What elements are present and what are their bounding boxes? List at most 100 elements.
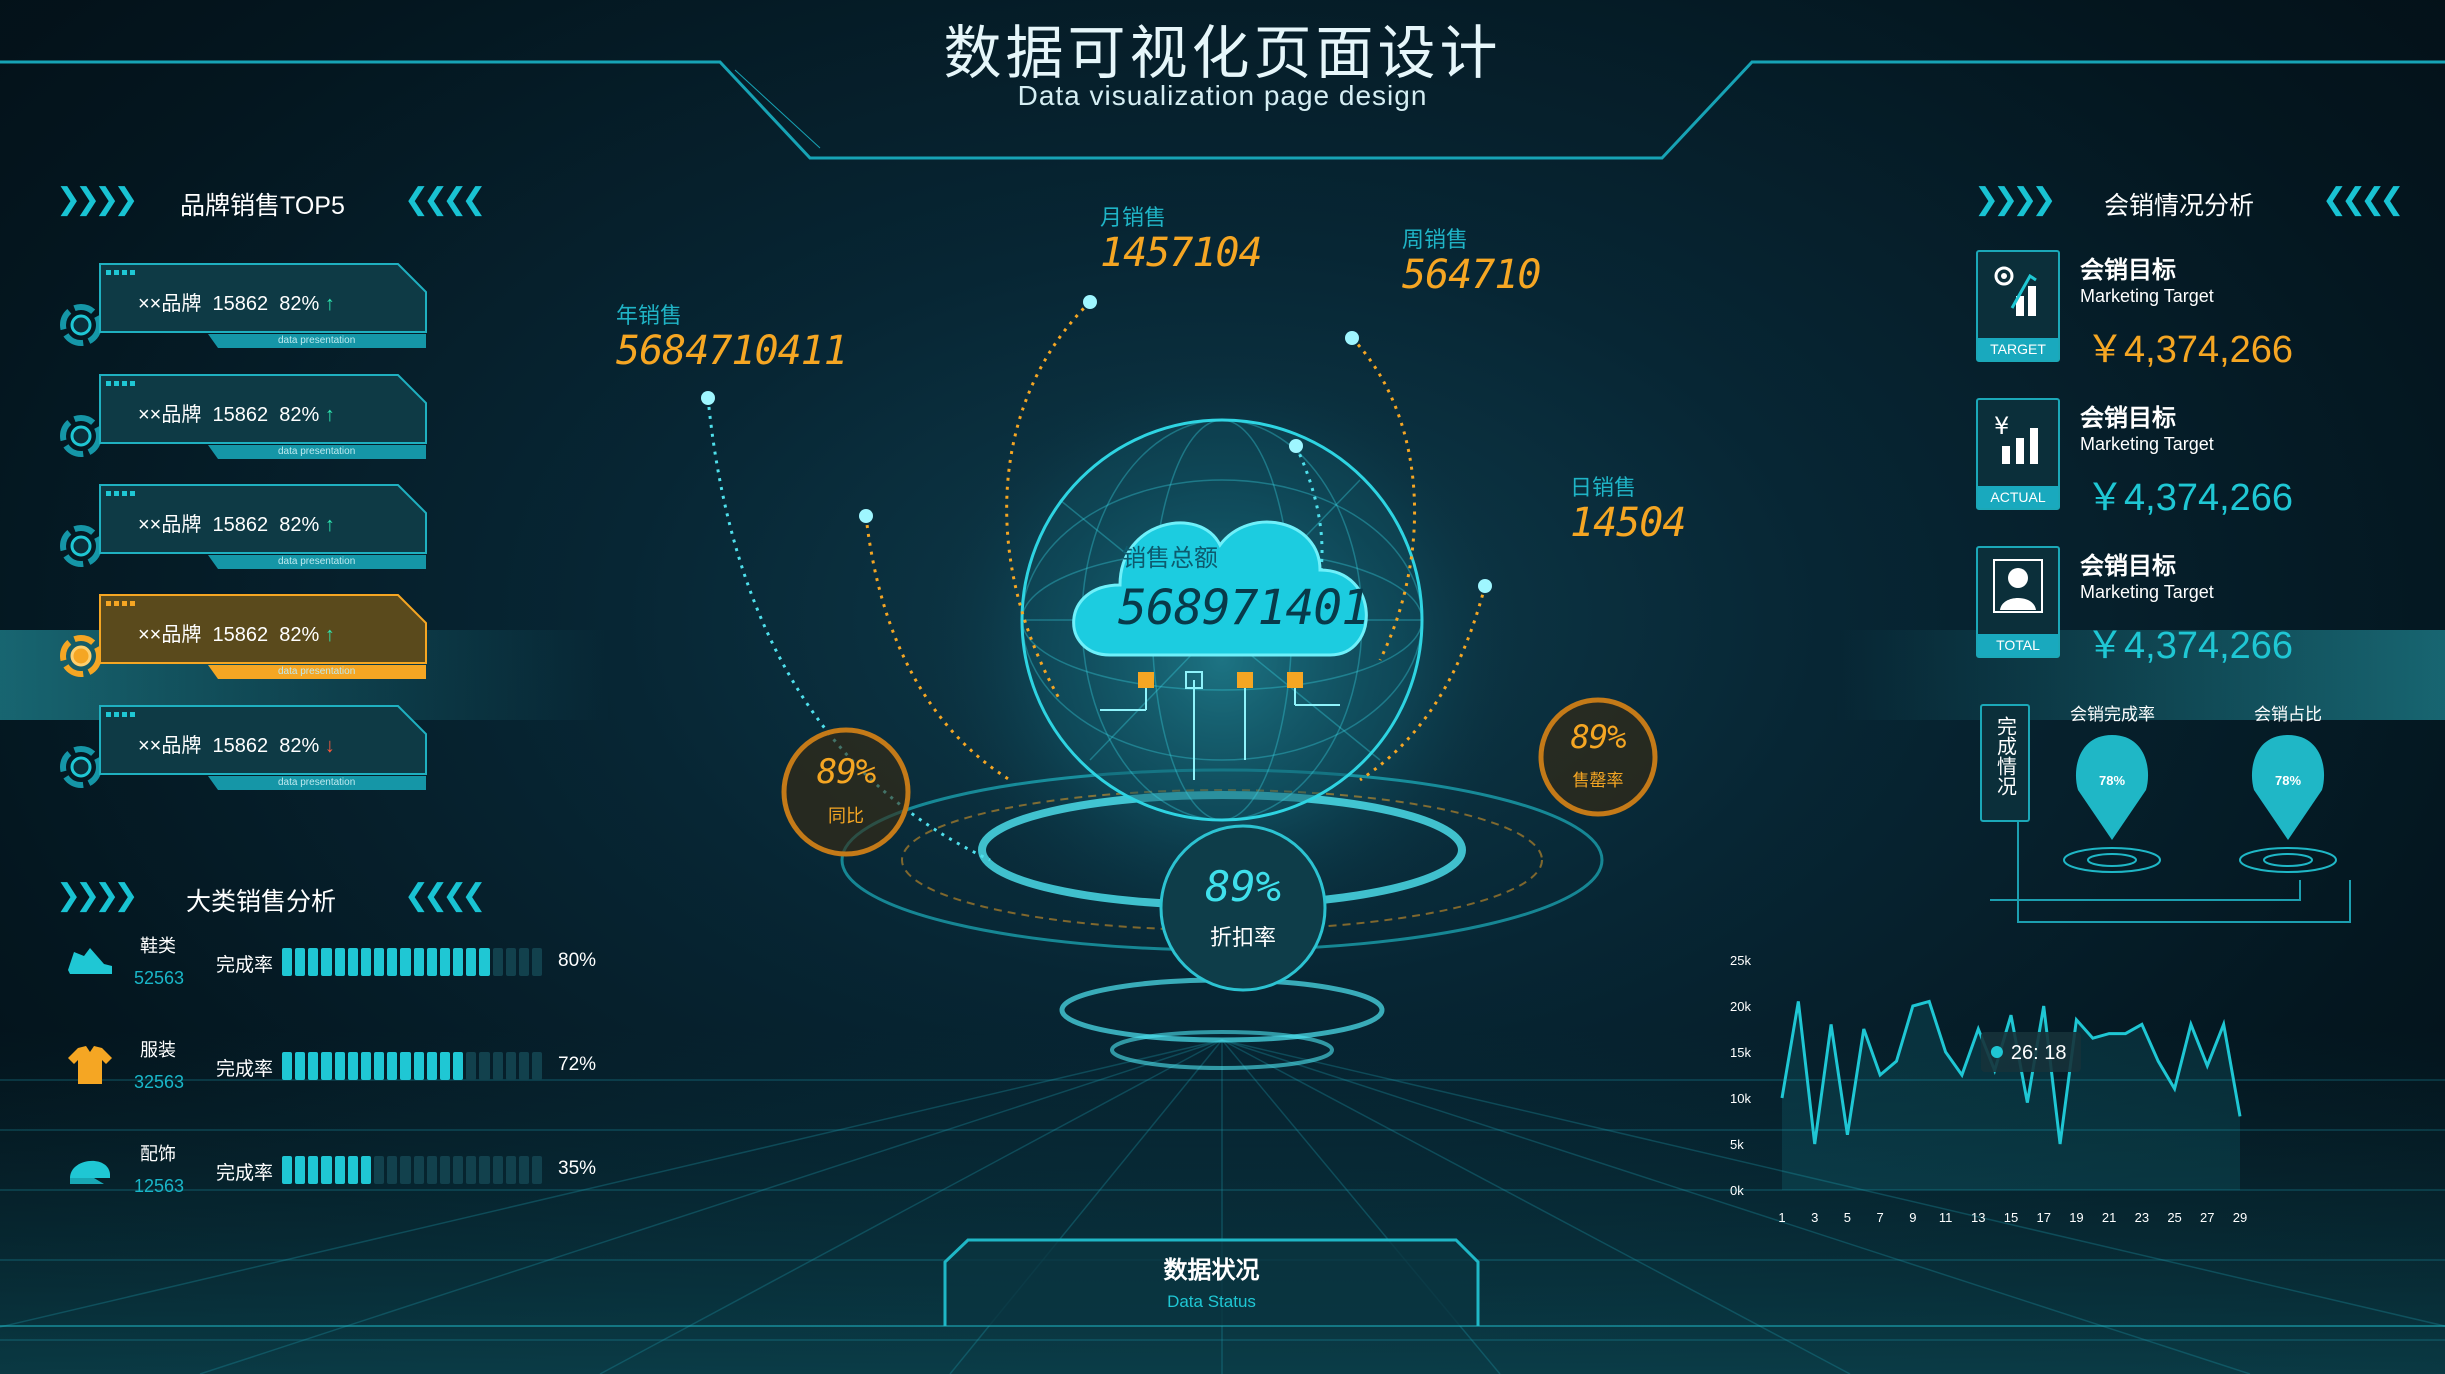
pin-value-share: 78%	[2274, 773, 2302, 788]
completion-progress-bar	[282, 1156, 543, 1184]
target-card: TOTAL 会销目标 Marketing Target ￥4,374,266	[1976, 546, 2416, 676]
arrow-up-icon: ↑	[324, 514, 335, 536]
tooltip-dot	[1990, 1046, 2003, 1058]
x-tick-label: 1	[1778, 1210, 1785, 1225]
progress-segment	[360, 948, 372, 976]
progress-segment	[321, 1156, 332, 1184]
x-tick-label: 3	[1811, 1210, 1818, 1225]
completion-rate-label: 完成率	[216, 1163, 274, 1184]
brand-item[interactable]: ××品牌 15862 82% ↑ data presentation	[58, 262, 428, 354]
completion-rate-label: 完成率	[216, 955, 274, 976]
series-area	[1782, 1001, 2240, 1190]
progress-segment	[374, 1156, 385, 1184]
progress-segment	[518, 1052, 529, 1080]
location-pins	[2063, 735, 2337, 873]
chevron-left-icon: ❮❮❮❮	[2322, 183, 2405, 216]
progress-segment	[439, 948, 451, 976]
target-value: ￥4,374,266	[2086, 625, 2294, 667]
progress-segment	[426, 1156, 437, 1184]
x-tick-label: 17	[2036, 1210, 2050, 1225]
data-status-title: 数据状况	[1163, 1257, 1260, 1284]
progress-segment	[518, 948, 529, 976]
progress-segment	[308, 1052, 319, 1080]
brand-name: ××品牌	[138, 735, 202, 757]
brand-sub: data presentation	[278, 556, 356, 567]
target-badge: ACTUAL	[1978, 486, 2058, 508]
progress-segment	[282, 1052, 293, 1080]
brand-value: 15862	[212, 514, 269, 536]
pin-label-share: 会销占比	[2254, 705, 2322, 724]
brand-item[interactable]: ××品牌 15862 82% ↓ data presentation	[58, 704, 428, 796]
brand-item[interactable]: ××品牌 15862 82% ↑ data presentation	[58, 483, 428, 575]
target-value: ￥4,374,266	[2086, 477, 2294, 519]
progress-segment	[439, 1156, 451, 1184]
sellthrough-value: 89%	[1570, 718, 1627, 756]
progress-segment	[321, 1052, 332, 1080]
chevron-left-icon: ❮❮❮❮	[404, 183, 487, 216]
brand-name: ××品牌	[138, 293, 202, 315]
target-subtitle: Marketing Target	[2080, 434, 2214, 454]
brand-value: 15862	[212, 735, 269, 757]
progress-segment	[347, 1156, 358, 1184]
progress-segment	[374, 948, 385, 976]
total-sales-label: 销售总额	[1122, 545, 1218, 572]
page-subtitle: Data visualization page design	[1017, 80, 1428, 111]
yoy-label: 同比	[828, 806, 864, 826]
progress-segment	[492, 1052, 503, 1080]
brand-text: ××品牌 15862 82% ↑	[138, 398, 335, 427]
progress-segment	[531, 1052, 543, 1080]
day-sales-value: 14504	[1570, 500, 1686, 546]
target-card: TARGET 会销目标 Marketing Target ￥4,374,266	[1976, 250, 2416, 380]
category-row: 鞋类 52563 完成率 80%	[60, 932, 620, 1002]
progress-segment	[308, 948, 319, 976]
target-card: ¥ ACTUAL 会销目标 Marketing Target ￥4,374,266	[1976, 398, 2416, 528]
category-name: 配饰	[140, 1144, 176, 1164]
progress-segment	[282, 948, 293, 976]
target-badge: TARGET	[1978, 338, 2058, 360]
progress-segment	[360, 1156, 372, 1184]
category-name: 服装	[140, 1040, 176, 1060]
progress-segment	[374, 1052, 385, 1080]
progress-segment	[466, 948, 477, 976]
progress-segment	[321, 948, 332, 976]
y-tick-label: 10k	[1730, 1091, 1751, 1106]
month-sales-value: 1457104	[1100, 230, 1263, 276]
progress-segment	[505, 948, 516, 976]
progress-segment	[282, 1156, 293, 1184]
brand-text: ××品牌 15862 82% ↑	[138, 287, 335, 316]
line-chart: 0k5k10k15k20k25k1 3 5 7 9 11 13 15 17 19 21 23 25 27 2…	[1730, 953, 2247, 1225]
brand-sub: data presentation	[278, 666, 356, 677]
y-tick-label: 20k	[1730, 999, 1751, 1014]
progress-segment	[334, 1156, 345, 1184]
brand-sub: data presentation	[278, 446, 356, 457]
category-name: 鞋类	[140, 936, 176, 956]
progress-segment	[295, 948, 306, 976]
x-tick-label: 27	[2200, 1210, 2214, 1225]
shirt-icon	[68, 1046, 112, 1084]
target-title: 会销目标	[2080, 405, 2176, 432]
brand-value: 15862	[212, 404, 269, 426]
pin-label-completion: 会销完成率	[2070, 705, 2155, 724]
brand-pct: 82%	[279, 624, 320, 646]
target-title: 会销目标	[2080, 553, 2176, 580]
progress-segment	[400, 948, 411, 976]
chevron-right-icon: ❯❯❯❯	[56, 183, 139, 216]
brand-sub: data presentation	[278, 777, 356, 788]
category-panel-title: 大类销售分析	[186, 888, 337, 916]
progress-segment	[308, 1156, 319, 1184]
brand-name: ××品牌	[138, 404, 202, 426]
category-row: 服装 32563 完成率 72%	[60, 1036, 620, 1106]
progress-segment	[531, 1156, 543, 1184]
brand-item[interactable]: ××品牌 15862 82% ↑ data presentation	[58, 373, 428, 465]
completion-progress-bar	[282, 1052, 543, 1080]
brand-item[interactable]: ××品牌 15862 82% ↑ data presentation	[58, 593, 428, 685]
data-status-subtitle: Data Status	[1167, 1292, 1256, 1311]
yoy-value: 89%	[816, 752, 876, 792]
total-sales-value: 568971401	[1118, 580, 1370, 636]
y-tick-label: 25k	[1730, 953, 1751, 968]
completion-pct: 80%	[558, 950, 597, 971]
month-sales-label: 月销售	[1100, 205, 1167, 230]
progress-segment	[413, 1156, 424, 1184]
completion-label: 完成情况	[1993, 716, 2016, 796]
x-tick-label: 9	[1909, 1210, 1916, 1225]
